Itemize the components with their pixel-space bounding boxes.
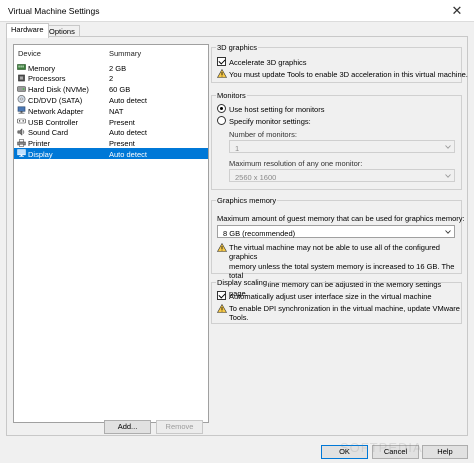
sound-card-icon [17, 128, 25, 136]
memory-icon [17, 64, 26, 70]
warning-icon [217, 304, 227, 313]
device-summary: Auto detect [109, 95, 147, 105]
device-name: Network Adapter [28, 106, 84, 116]
specify-monitor-radio[interactable] [217, 116, 226, 125]
device-row-cd-dvd[interactable]: CD/DVD (SATA) Auto detect [14, 94, 208, 105]
accelerate-3d-checkbox[interactable] [217, 57, 226, 66]
device-row-network-adapter[interactable]: Network Adapter NAT [14, 105, 208, 116]
display-icon [17, 149, 26, 158]
warning-icon [217, 69, 227, 78]
chevron-down-icon [445, 174, 451, 178]
device-row-usb-controller[interactable]: USB Controller Present [14, 116, 208, 127]
printer-icon [17, 138, 26, 147]
auto-adjust-checkbox[interactable] [217, 291, 226, 300]
warning-line: The virtual machine may not be able to u… [229, 243, 440, 262]
usb-icon [17, 118, 26, 124]
monitors-legend: Monitors [216, 91, 247, 100]
device-row-memory[interactable]: Memory 2 GB [14, 62, 208, 73]
device-name: CD/DVD (SATA) [28, 95, 83, 105]
processor-icon [18, 74, 25, 82]
device-name: USB Controller [28, 117, 79, 127]
close-icon[interactable]: ✕ [440, 0, 474, 22]
device-list-header: Device Summary [14, 45, 208, 59]
device-summary: Auto detect [109, 128, 147, 138]
graphics-memory-group: Graphics memory Maximum amount of guest … [211, 196, 465, 298]
warning-icon [217, 243, 227, 252]
graphics-3d-legend: 3D graphics [216, 43, 259, 52]
display-scaling-legend: Display scaling [216, 278, 269, 287]
device-row-sound-card[interactable]: Sound Card Auto detect [14, 127, 208, 138]
title-bar: Virtual Machine Settings ✕ [0, 0, 474, 22]
graphics-memory-value: 8 GB (recommended) [223, 228, 296, 238]
device-name: Sound Card [28, 128, 69, 138]
device-name: Hard Disk (NVMe) [28, 85, 89, 95]
graphics-3d-warning: You must update Tools to enable 3D accel… [229, 69, 468, 79]
device-summary: Auto detect [109, 149, 147, 159]
display-scaling-group: Display scaling Automatically adjust use… [211, 278, 462, 324]
device-summary: Present [109, 139, 135, 149]
chevron-down-icon [445, 230, 451, 234]
device-name: Memory [28, 63, 56, 73]
monitors-group: Monitors Use host setting for monitors S… [211, 91, 462, 190]
accelerate-3d-label: Accelerate 3D graphics [229, 57, 307, 67]
device-name: Printer [28, 139, 51, 149]
summary-column-header: Summary [109, 49, 142, 58]
device-row-display[interactable]: Display Auto detect [14, 148, 208, 160]
device-column-header: Device [18, 49, 41, 58]
hardware-panel: Device Summary Memory 2 GB Processors 2 … [6, 36, 468, 436]
device-row-printer[interactable]: Printer Present [14, 138, 208, 149]
num-monitors-select[interactable]: 1 [229, 140, 455, 153]
graphics-memory-description: Maximum amount of guest memory that can … [217, 213, 465, 223]
cd-dvd-icon [17, 95, 26, 104]
display-scaling-warning: To enable DPI synchronization in the vir… [229, 304, 460, 323]
hard-disk-icon [17, 85, 26, 92]
watermark: SOFTPEDIA [340, 440, 423, 455]
window-title: Virtual Machine Settings [8, 6, 100, 16]
warning-line: To enable DPI synchronization in the vir… [229, 304, 460, 313]
max-resolution-value: 2560 x 1600 [235, 172, 277, 182]
num-monitors-label: Number of monitors: [229, 129, 297, 139]
use-host-radio[interactable] [217, 104, 226, 113]
help-button[interactable]: Help [422, 445, 468, 459]
specify-monitor-label: Specify monitor settings: [229, 116, 311, 126]
tab-hardware[interactable]: Hardware [6, 23, 49, 38]
graphics-memory-legend: Graphics memory [216, 196, 278, 205]
network-adapter-icon [17, 106, 26, 114]
use-host-label: Use host setting for monitors [229, 104, 325, 114]
chevron-down-icon [445, 145, 451, 149]
device-summary: 2 [109, 74, 114, 84]
device-summary: Present [109, 117, 135, 127]
add-button[interactable]: Add... [104, 420, 151, 434]
remove-button[interactable]: Remove [156, 420, 203, 434]
device-summary: NAT [109, 106, 124, 116]
device-summary: 2 GB [109, 63, 127, 73]
warning-line: Tools. [229, 313, 249, 323]
device-name: Display [28, 149, 53, 159]
max-resolution-label: Maximum resolution of any one monitor: [229, 158, 363, 168]
device-row-hard-disk[interactable]: Hard Disk (NVMe) 60 GB [14, 84, 208, 95]
auto-adjust-label: Automatically adjust user interface size… [229, 291, 432, 301]
device-row-processors[interactable]: Processors 2 [14, 73, 208, 84]
graphics-3d-group: 3D graphics Accelerate 3D graphics You m… [211, 43, 468, 83]
device-summary: 60 GB [109, 85, 131, 95]
graphics-memory-select[interactable]: 8 GB (recommended) [217, 225, 455, 238]
max-resolution-select[interactable]: 2560 x 1600 [229, 169, 455, 182]
num-monitors-value: 1 [235, 143, 240, 153]
device-name: Processors [28, 74, 66, 84]
device-list[interactable]: Device Summary Memory 2 GB Processors 2 … [13, 44, 209, 423]
